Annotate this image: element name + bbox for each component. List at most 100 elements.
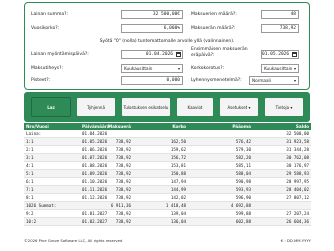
table-cell: 5:1	[26, 171, 34, 176]
table-cell: 156,72	[170, 155, 186, 160]
table-cell: 01.12.2026	[82, 195, 108, 200]
frequency-label: Maksutiheys?:	[31, 66, 63, 71]
table-cell: 738,92	[115, 179, 131, 184]
table-cell: 738,92	[115, 211, 131, 216]
table-cell: 153,81	[170, 163, 186, 168]
first-payment-field[interactable]: 01.05.2026	[261, 50, 299, 59]
table-cell: 150,88	[170, 171, 186, 176]
table-cell: 1026 Summat:	[26, 203, 57, 208]
table-cell: 147,94	[170, 179, 186, 184]
chevron-down-icon: ▾	[293, 78, 296, 83]
compounding-select[interactable]: Kuukausittain ▾	[261, 64, 299, 73]
table-cell: 01.10.2026	[82, 179, 108, 184]
table-cell: 29 588,93	[286, 171, 309, 176]
chevron-down-icon: ▾	[177, 66, 180, 71]
table-cell: 582,20	[235, 155, 251, 160]
table-cell: 9:2	[26, 211, 34, 216]
table-cell: 596,90	[235, 195, 251, 200]
payment-amount-field[interactable]: 738,92	[261, 24, 299, 33]
loan-amount-label: Lainan summa?:	[31, 12, 69, 17]
table-cell: 738,92	[115, 155, 131, 160]
chevron-down-icon: ▾	[248, 104, 251, 110]
interest-label: Vuosikorko?:	[31, 26, 60, 31]
settings-button[interactable]: Asetukset ▾	[219, 97, 259, 117]
table-cell: 01.11.2026	[82, 187, 108, 192]
table-cell: 738,92	[115, 195, 131, 200]
table-cell: 738,92	[115, 219, 131, 224]
table-cell: 738,92	[115, 171, 131, 176]
footer: ©2026 Pine Grove Software LLC, All right…	[24, 238, 311, 243]
print-preview-button[interactable]: Tulostuksen esikatselu	[121, 97, 171, 117]
first-payment-label: Ensimmäisen maksuerän eräpäivä?:	[191, 47, 248, 58]
calendar-icon[interactable]	[176, 52, 181, 57]
table-cell: 593,93	[235, 187, 251, 192]
table-cell: 4 692,88	[230, 203, 251, 208]
clear-button[interactable]: Tyhjennä	[76, 97, 116, 117]
table-row: 7:1 01.11.2026 738,92 144,99 593,93 28 404,02	[24, 186, 311, 194]
table-cell: 01.02.2027	[82, 219, 108, 224]
table-row: 10:2 01.02.2027 738,92 136,04 602,88 26 604,3…	[24, 218, 311, 226]
amortization-table: Nro/Vuosi Päivämäärä Maksuerä Korko Pääo…	[24, 123, 311, 226]
payments-count-label: Maksuerien määrä?:	[191, 12, 237, 17]
table-cell: 142,02	[170, 195, 186, 200]
table-cell: 144,99	[170, 187, 186, 192]
table-cell: 588,04	[235, 171, 251, 176]
loan-input-form: Lainan summa?: 32 500,00€ Maksuerien mää…	[24, 2, 310, 90]
copyright-text: ©2026 Pine Grove Software LLC, All right…	[24, 238, 123, 243]
info-button[interactable]: Tietoja ▾	[264, 97, 304, 117]
table-cell: 3:1	[26, 155, 34, 160]
frequency-select[interactable]: Kuukausittain ▾	[121, 64, 183, 73]
table-cell: 32 500,00	[286, 131, 309, 136]
table-body: Laina: 01.04.2026 32 500,00 1:1 01.05.2026 73…	[24, 130, 311, 226]
charts-button[interactable]: Kaaviot	[176, 97, 214, 117]
table-cell: 10:2	[26, 219, 37, 224]
loan-amount-field[interactable]: 32 500,00€	[121, 10, 183, 19]
compounding-value: Kuukausittain	[264, 66, 293, 71]
table-cell: 2:1	[26, 147, 34, 152]
payments-count-field[interactable]: 48	[261, 10, 299, 19]
table-cell: 31 344,28	[286, 147, 309, 152]
table-cell: 579,30	[235, 147, 251, 152]
column-header: Maksuerä	[108, 124, 131, 129]
table-cell: 01.05.2026	[82, 139, 108, 144]
start-date-field[interactable]: 01.04.2026	[121, 50, 183, 59]
table-cell: 738,92	[115, 147, 131, 152]
table-cell: 01.06.2026	[82, 147, 108, 152]
calendar-icon[interactable]	[292, 52, 297, 57]
table-cell: 6 911,36	[110, 203, 131, 208]
calculate-button[interactable]: Laz	[31, 97, 71, 117]
points-field[interactable]: 0,000	[121, 76, 183, 85]
table-row: 1026 Summat: 6 911,36 1 418,48 4 692,88	[24, 202, 311, 210]
table-cell: 27 207,24	[286, 211, 309, 216]
table-row: 4:1 01.08.2026 738,92 153,81 585,11 30 176,97	[24, 162, 311, 170]
table-row: 2:1 01.06.2026 738,92 159,62 579,30 31 344,28	[24, 146, 311, 154]
input-note: Syötä "0" (nolla) tuntemattomalle arvoll…	[99, 39, 235, 44]
table-cell: 7:1	[26, 187, 34, 192]
table-cell: 28 404,02	[286, 187, 309, 192]
table-row: 9:2 01.01.2027 738,92 139,04 599,88 27 207,24	[24, 210, 311, 218]
table-cell: 585,11	[235, 163, 251, 168]
date-format-text: € : DD.MM.YYYY	[280, 238, 311, 243]
table-cell: 139,04	[170, 211, 186, 216]
table-cell: 31 923,58	[286, 139, 309, 144]
table-cell: 8:1	[26, 195, 34, 200]
chevron-down-icon: ▾	[290, 104, 293, 110]
table-row: 8:1 01.12.2026 738,92 142,02 596,90 27 807,12	[24, 194, 311, 202]
table-cell: 162,50	[170, 139, 186, 144]
table-cell: 599,88	[235, 211, 251, 216]
start-date-value: 01.04.2026	[145, 52, 173, 57]
shortening-select[interactable]: Normaali ▾	[249, 76, 299, 85]
first-payment-value: 01.05.2026	[262, 52, 290, 57]
column-header: Korko	[172, 124, 186, 129]
table-cell: 576,42	[235, 139, 251, 144]
table-cell: 01.08.2026	[82, 163, 108, 168]
table-cell: 4:1	[26, 163, 34, 168]
interest-field[interactable]: 6,000%	[121, 24, 183, 33]
table-cell: 27 807,12	[286, 195, 309, 200]
column-header: Pääoma	[232, 124, 251, 129]
table-cell: 30 176,97	[286, 163, 309, 168]
table-cell: 590,98	[235, 179, 251, 184]
table-cell: 28 997,95	[286, 179, 309, 184]
table-cell: 136,04	[170, 219, 186, 224]
table-cell: Laina:	[26, 131, 42, 136]
